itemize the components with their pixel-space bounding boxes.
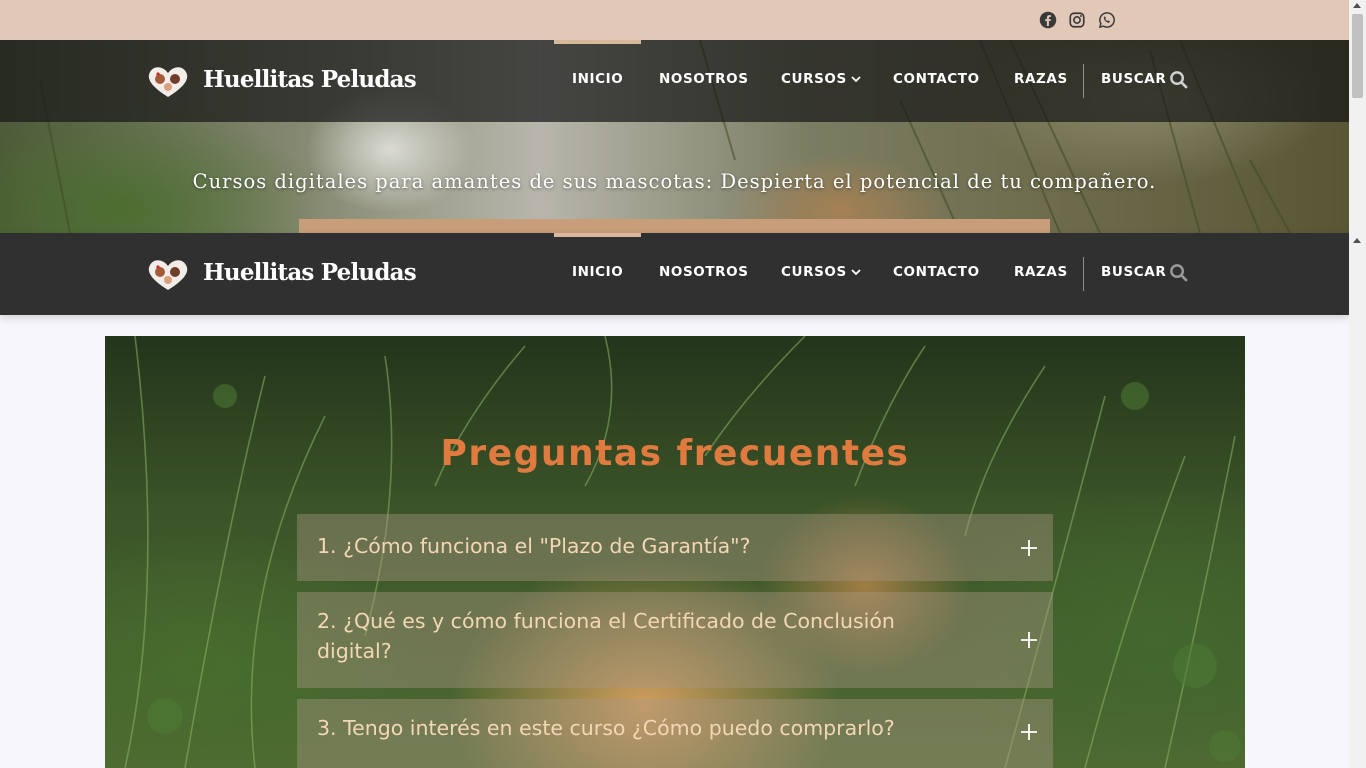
faq-item[interactable]: 1. ¿Cómo funciona el "Plazo de Garantía"… [297, 514, 1053, 581]
brand-name[interactable]: Huellitas Peludas [203, 259, 417, 286]
faq-title: Preguntas frecuentes [440, 433, 910, 474]
search-icon[interactable] [1169, 70, 1188, 89]
hero-tagline: Cursos digitales para amantes de sus mas… [192, 170, 1157, 193]
scroll-arrow-icon [1353, 238, 1361, 243]
search-button[interactable]: BUSCAR [1101, 71, 1166, 87]
faq-section: Preguntas frecuentes 1. ¿Cómo funciona e… [105, 336, 1245, 768]
plus-icon[interactable] [1020, 539, 1038, 557]
sticky-navigation: Huellitas Peludas INICIO NOSOTROS CURSOS… [0, 233, 1349, 315]
search-button[interactable]: BUSCAR [1101, 264, 1166, 280]
plus-icon[interactable] [1020, 631, 1038, 649]
faq-item[interactable]: 2. ¿Qué es y cómo funciona el Certificad… [297, 592, 1053, 688]
nav-item-nosotros[interactable]: NOSOTROS [659, 264, 749, 280]
nav-item-cursos-label: CURSOS [781, 71, 847, 87]
scrollbar-thumb[interactable] [1352, 14, 1363, 98]
chevron-down-icon [851, 268, 861, 275]
scroll-up-arrow-icon[interactable] [1353, 3, 1361, 8]
active-nav-indicator [554, 40, 641, 44]
top-social-bar [0, 0, 1349, 40]
faq-item[interactable]: 3. Tengo interés en este curso ¿Cómo pue… [297, 699, 1053, 768]
nav-item-nosotros[interactable]: NOSOTROS [659, 71, 749, 87]
nav-divider [1083, 257, 1084, 291]
nav-item-razas[interactable]: RAZAS [1014, 264, 1068, 280]
hero-banner: Huellitas Peludas INICIO NOSOTROS CURSOS… [0, 40, 1349, 233]
plus-icon[interactable] [1020, 723, 1038, 741]
nav-item-cursos[interactable]: CURSOS [781, 264, 861, 280]
nav-item-cursos[interactable]: CURSOS [781, 71, 861, 87]
brand-name[interactable]: Huellitas Peludas [203, 66, 417, 93]
page-scrollbar[interactable] [1349, 0, 1366, 768]
logo-icon[interactable] [146, 258, 190, 292]
nav-item-contacto[interactable]: CONTACTO [893, 71, 980, 87]
active-nav-indicator [554, 233, 641, 237]
hero-accent-band [299, 219, 1050, 233]
faq-question: 3. Tengo interés en este curso ¿Cómo pue… [317, 716, 895, 740]
nav-item-inicio[interactable]: INICIO [572, 264, 623, 280]
search-icon[interactable] [1169, 263, 1188, 282]
nav-item-inicio[interactable]: INICIO [572, 71, 623, 87]
facebook-icon[interactable] [1039, 11, 1057, 29]
nav-item-cursos-label: CURSOS [781, 264, 847, 280]
nav-item-razas[interactable]: RAZAS [1014, 71, 1068, 87]
nav-divider [1083, 64, 1084, 98]
whatsapp-icon[interactable] [1098, 11, 1116, 29]
logo-icon[interactable] [146, 65, 190, 99]
main-navigation: Huellitas Peludas INICIO NOSOTROS CURSOS… [0, 40, 1349, 122]
chevron-down-icon [851, 75, 861, 82]
faq-question: 1. ¿Cómo funciona el "Plazo de Garantía"… [317, 534, 751, 558]
nav-item-contacto[interactable]: CONTACTO [893, 264, 980, 280]
faq-question: 2. ¿Qué es y cómo funciona el Certificad… [317, 609, 895, 663]
instagram-icon[interactable] [1068, 11, 1086, 29]
